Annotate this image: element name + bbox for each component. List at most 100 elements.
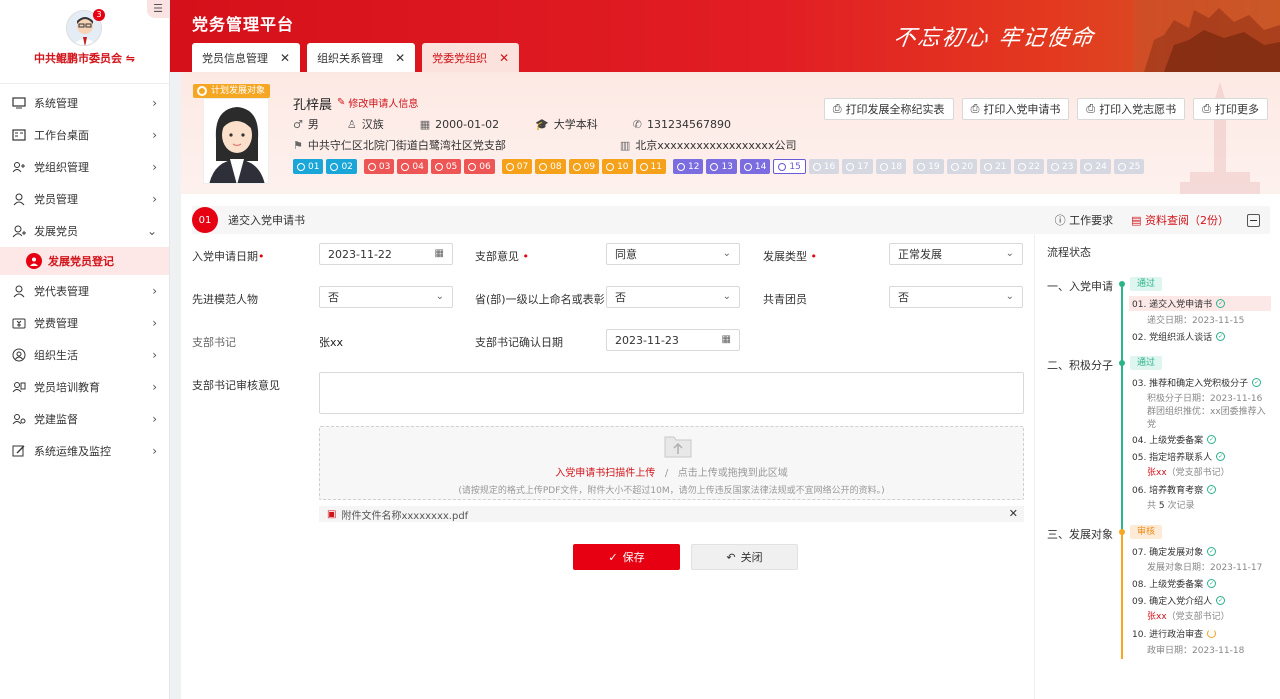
confirm-date-field[interactable]: 2023-11-23 ▦ — [606, 329, 740, 351]
dev-type-select[interactable]: 正常发展 ⌄ — [889, 243, 1023, 265]
tab-party-committee[interactable]: 党委党组织 ✕ — [422, 43, 520, 72]
step-chip[interactable]: 03 — [363, 159, 395, 174]
ethnicity-icon: ♙ — [346, 117, 357, 131]
print-record-button[interactable]: ⎙ 打印发展全称纪实表 — [823, 98, 954, 120]
step-chip[interactable]: 21 — [980, 159, 1011, 174]
record-count: 5 — [1158, 501, 1165, 511]
work-requirement-link[interactable]: ⓘ 工作要求 — [1055, 212, 1114, 228]
sidebar-item-supervise[interactable]: 党建监督 › — [0, 403, 169, 435]
sidebar-item-dashboard[interactable]: 工作台桌面 › — [0, 119, 169, 151]
flow-title: 流程状态 — [1047, 246, 1091, 259]
sidebar-item-members[interactable]: 党员管理 › — [0, 183, 169, 215]
edit-applicant-link[interactable]: ✎ 修改申请人信息 — [337, 95, 418, 110]
top-header: 党务管理平台 不忘初心 牢记使命 党员信息管理 ✕ 组织关系管理 ✕ 党委党组织… — [170, 0, 1280, 72]
step-chip[interactable]: 19 — [913, 159, 944, 174]
step-chip[interactable]: 14 — [739, 159, 771, 174]
education-icon: 🎓 — [535, 117, 549, 131]
step-chip[interactable]: 24 — [1080, 159, 1111, 174]
step-title: 递交入党申请书 — [228, 214, 305, 227]
sidebar-item-system[interactable]: 系统管理 › — [0, 87, 169, 119]
check-circle-icon — [606, 162, 615, 171]
sidebar-item-training[interactable]: 党员培训教育 › — [0, 371, 169, 403]
remove-attachment-icon[interactable]: ✕ — [1009, 507, 1018, 520]
secretary-label: 支部书记 — [192, 336, 236, 349]
flow-step[interactable]: 04. 上级党委备案 ✓ — [1132, 433, 1217, 446]
step-chip[interactable]: 06 — [464, 159, 495, 174]
save-label: 保存 — [622, 551, 645, 564]
check-circle-icon — [572, 162, 581, 171]
review-opinion-textarea[interactable] — [319, 372, 1024, 414]
step-chip[interactable]: 13 — [706, 159, 737, 174]
step-chip[interactable]: 10 — [602, 159, 633, 174]
step-chip[interactable]: 25 — [1113, 159, 1145, 174]
save-button[interactable]: ✓ 保存 — [573, 544, 680, 570]
step-chip[interactable]: 16 — [808, 159, 840, 174]
print-volunteer-button[interactable]: ⎙ 打印入党志愿书 — [1077, 98, 1186, 120]
upload-link[interactable]: 入党申请书扫描件上传 — [555, 468, 655, 479]
step-chip[interactable]: 11 — [635, 159, 666, 174]
upload-dropzone[interactable]: 入党申请书扫描件上传 / 点击上传或拖拽到此区域 (请按规定的格式上传PDF文件… — [319, 426, 1024, 500]
step-chip[interactable]: 05 — [430, 159, 462, 174]
step-chip[interactable]: 18 — [875, 159, 907, 174]
sidebar-item-org-life[interactable]: 组织生活 › — [0, 339, 169, 371]
flow-step[interactable]: 02. 党组织派人谈话 ✓ — [1132, 330, 1226, 343]
timeline-dot — [1119, 529, 1125, 535]
step-chip[interactable]: 02 — [326, 159, 357, 174]
close-button[interactable]: ↶ 关闭 — [691, 544, 798, 570]
step-chip-number: 08 — [550, 161, 562, 172]
flow-step-current[interactable]: 01. 递交入党申请书 ✓ — [1129, 296, 1271, 311]
sidebar-item-develop[interactable]: 发展党员 ⌄ — [0, 215, 169, 247]
step-chip[interactable]: 23 — [1046, 159, 1078, 174]
sidebar-item-org[interactable]: 党组织管理 › — [0, 151, 169, 183]
collapse-section-icon[interactable] — [1247, 213, 1260, 227]
step-chip[interactable]: 07 — [501, 159, 533, 174]
print-more-button[interactable]: ⎙ 打印更多 — [1193, 98, 1268, 120]
sidebar-item-ops[interactable]: 系统运维及监控 › — [0, 435, 169, 467]
sidebar-item-develop-register[interactable]: 发展党员登记 — [0, 247, 169, 275]
check-circle-icon — [434, 162, 443, 171]
minus-circle-icon — [950, 162, 959, 171]
step-chip[interactable]: 12 — [672, 159, 704, 174]
apply-date-field[interactable]: 2023-11-22 ▦ — [319, 243, 453, 265]
flow-step-in-progress[interactable]: 10. 进行政治审查 — [1132, 627, 1217, 640]
honor-select[interactable]: 否 ⌄ — [606, 286, 740, 308]
flow-step[interactable]: 08. 上级党委备案 ✓ — [1132, 577, 1217, 590]
step-label: 01. 递交入党申请书 — [1132, 300, 1213, 310]
step-chip[interactable]: 08 — [535, 159, 566, 174]
sidebar-item-fees[interactable]: 党费管理 › — [0, 307, 169, 339]
league-select[interactable]: 否 ⌄ — [889, 286, 1023, 308]
model-select[interactable]: 否 ⌄ — [319, 286, 453, 308]
step-chip[interactable]: 22 — [1013, 159, 1044, 174]
flow-step[interactable]: 07. 确定发展对象 ✓ — [1132, 545, 1217, 558]
sidebar-item-label: 系统管理 — [34, 97, 78, 110]
close-icon[interactable]: ✕ — [499, 51, 509, 65]
sidebar-item-label: 发展党员登记 — [48, 255, 114, 268]
print-application-button[interactable]: ⎙ 打印入党申请书 — [961, 98, 1070, 120]
tab-org-relation[interactable]: 组织关系管理 ✕ — [307, 43, 416, 72]
step-chip[interactable]: 15 — [773, 159, 806, 174]
step-chip[interactable]: 04 — [397, 159, 428, 174]
step-chip[interactable]: 20 — [946, 159, 978, 174]
minus-circle-icon — [812, 162, 821, 171]
step-chip[interactable]: 01 — [293, 159, 324, 174]
document-lookup-link[interactable]: ▤ 资料查阅（2份） — [1131, 212, 1229, 228]
notification-badge[interactable]: 3 — [93, 9, 105, 21]
flow-step[interactable]: 09. 确定入党介绍人 ✓ — [1132, 594, 1226, 607]
flow-step[interactable]: 06. 培养教育考察 ✓ — [1132, 483, 1217, 496]
step-chip-number: 03 — [378, 161, 391, 172]
step-chip[interactable]: 09 — [568, 159, 600, 174]
sidebar-collapse-icon[interactable]: ☰ — [147, 0, 169, 18]
flow-step[interactable]: 05. 指定培养联系人 ✓ — [1132, 450, 1226, 463]
flow-step[interactable]: 03. 推荐和确定入党积极分子 ✓ — [1132, 376, 1262, 389]
close-icon[interactable]: ✕ — [280, 51, 290, 65]
attachment-item[interactable]: ▣ 附件文件名称xxxxxxxx.pdf ✕ — [319, 506, 1024, 522]
tab-member-info[interactable]: 党员信息管理 ✕ — [192, 43, 301, 72]
info-row-basic: ♂ 男 ♙ 汉族 ▦ 2000-01-02 🎓 大学本科 ✆ 131234567… — [293, 116, 731, 132]
close-icon[interactable]: ✕ — [395, 51, 405, 65]
step-chip-number: 02 — [341, 161, 353, 172]
org-name[interactable]: 中共鲲鹏市委员会 ⇋ — [0, 50, 169, 66]
sidebar-item-delegates[interactable]: 党代表管理 › — [0, 275, 169, 307]
step-chip[interactable]: 17 — [842, 159, 873, 174]
sidebar-item-label: 组织生活 — [34, 349, 78, 362]
branch-opinion-select[interactable]: 同意 ⌄ — [606, 243, 740, 265]
